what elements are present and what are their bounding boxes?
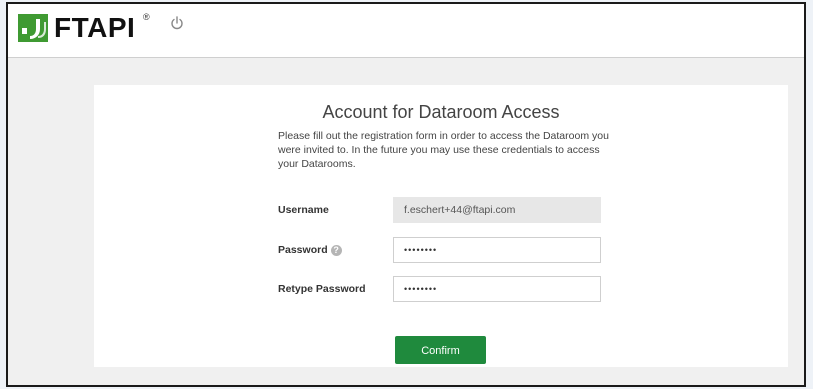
app-window: FTAPI ® Account for Dataroom Access Plea… [6, 2, 806, 387]
username-field[interactable]: f.eschert+44@ftapi.com [393, 197, 601, 223]
form-description: Please fill out the registration form in… [278, 130, 609, 170]
confirm-button[interactable]: Confirm [395, 336, 486, 364]
username-label: Username [278, 204, 329, 216]
power-icon[interactable] [170, 16, 184, 30]
password-field[interactable]: •••••••• [393, 237, 601, 263]
question-mark-icon[interactable]: ? [330, 244, 342, 256]
brand-name: FTAPI [54, 12, 136, 43]
registration-card: Account for Dataroom Access Please fill … [94, 85, 788, 367]
ftapi-logo-icon [18, 14, 48, 42]
retype-password-label: Retype Password [278, 283, 366, 295]
retype-password-field[interactable]: •••••••• [393, 276, 601, 302]
page-title: Account for Dataroom Access [322, 102, 560, 122]
registered-mark: ® [143, 12, 150, 22]
password-label: Password? [278, 244, 342, 256]
top-bar: FTAPI ® [8, 4, 804, 58]
password-label-text: Password [278, 244, 328, 256]
